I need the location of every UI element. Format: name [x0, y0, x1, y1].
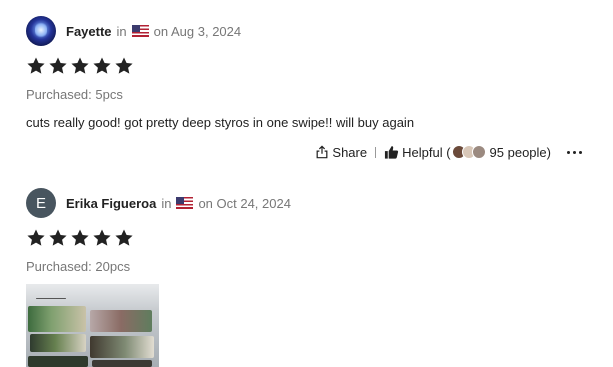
us-flag-icon	[131, 25, 149, 37]
avatar[interactable]	[26, 16, 56, 46]
star-icon	[48, 56, 68, 76]
review-date: on Oct 24, 2024	[198, 195, 291, 211]
star-icon	[114, 56, 134, 76]
star-icon	[92, 56, 112, 76]
product-pack	[92, 360, 152, 367]
review-photo[interactable]	[26, 284, 159, 367]
star-icon	[114, 228, 134, 248]
in-label: in	[116, 23, 127, 39]
review-actions: Share Helpful ( 95 people )	[315, 143, 582, 161]
more-options-icon[interactable]	[567, 150, 582, 154]
star-rating	[26, 228, 134, 248]
review-text: cuts really good! got pretty deep styros…	[26, 115, 415, 130]
reviewer-name[interactable]: Fayette	[66, 24, 112, 39]
us-flag-icon	[176, 197, 194, 209]
avatar[interactable]: E	[26, 188, 56, 218]
star-icon	[26, 56, 46, 76]
star-icon	[70, 228, 90, 248]
star-rating	[26, 56, 134, 76]
star-icon	[48, 228, 68, 248]
star-icon	[92, 228, 112, 248]
helpful-label: Helpful (	[402, 144, 451, 160]
product-pack	[28, 356, 88, 367]
product-pack	[90, 336, 154, 358]
helpful-avatars	[451, 145, 486, 159]
review-header: Fayette in on Aug 3, 2024	[26, 16, 241, 46]
product-pack	[36, 298, 66, 299]
star-icon	[26, 228, 46, 248]
review-header: E Erika Figueroa in on Oct 24, 2024	[26, 188, 291, 218]
purchased-info: Purchased: 20pcs	[26, 259, 131, 274]
product-pack	[30, 334, 86, 352]
helpful-count: 95 people	[489, 144, 547, 160]
share-label: Share	[332, 144, 368, 160]
share-icon	[315, 145, 329, 159]
in-label: in	[161, 195, 172, 211]
product-pack	[28, 306, 86, 332]
avatar	[471, 145, 486, 159]
share-button[interactable]: Share	[315, 145, 367, 160]
purchased-info: Purchased: 5pcs	[26, 87, 123, 102]
star-icon	[70, 56, 90, 76]
helpful-button[interactable]: Helpful ( 95 people )	[384, 145, 551, 160]
thumbs-up-icon	[384, 145, 399, 160]
divider	[375, 146, 377, 158]
helpful-close: )	[546, 144, 551, 160]
review-date: on Aug 3, 2024	[153, 23, 242, 39]
product-pack	[90, 310, 152, 332]
reviewer-name[interactable]: Erika Figueroa	[66, 196, 156, 211]
